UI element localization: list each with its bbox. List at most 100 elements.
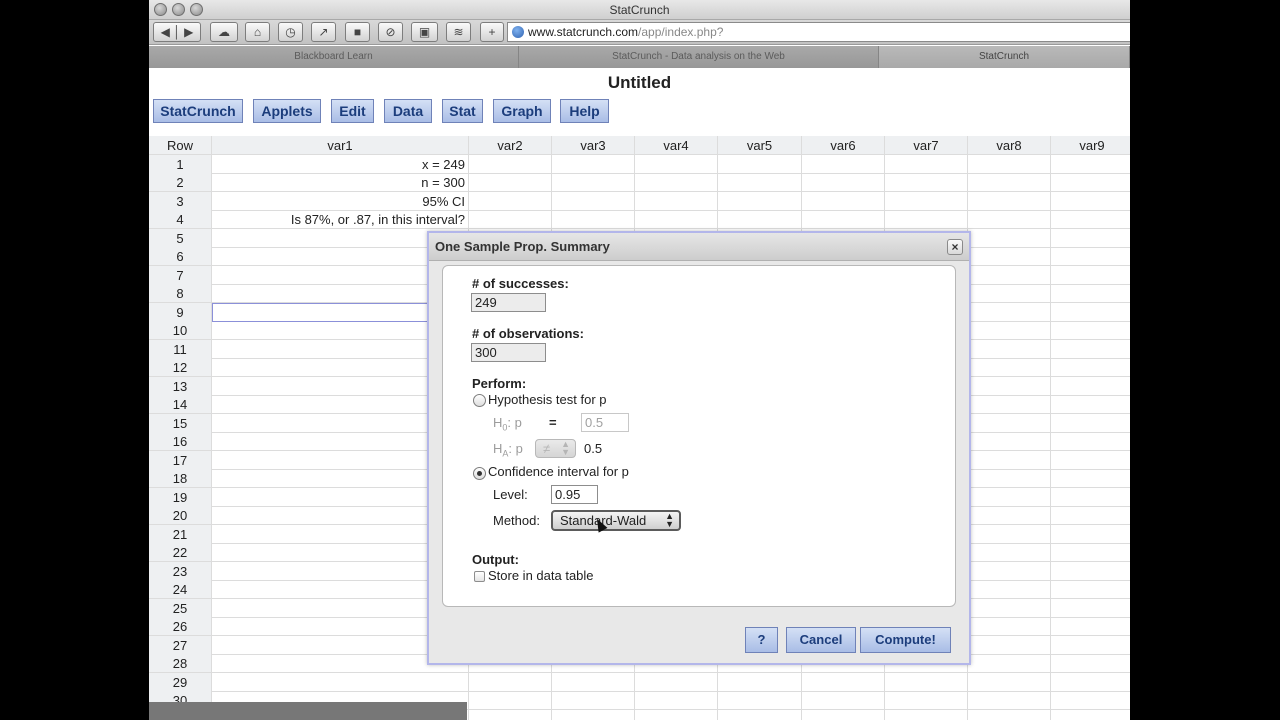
table-cell[interactable] (1051, 543, 1130, 562)
row-number[interactable]: 16 (149, 432, 212, 451)
table-cell[interactable] (968, 247, 1051, 266)
row-number[interactable]: 18 (149, 469, 212, 488)
menu-help[interactable]: Help (560, 99, 609, 123)
row-number[interactable]: 9 (149, 302, 212, 322)
table-cell[interactable] (469, 191, 552, 211)
row-number[interactable]: 10 (149, 321, 212, 340)
column-header-var7[interactable]: var7 (885, 136, 968, 155)
row-number[interactable]: 6 (149, 247, 212, 266)
observations-input[interactable]: 300 (471, 343, 546, 362)
table-cell[interactable] (968, 154, 1051, 174)
store-checkbox[interactable] (474, 571, 485, 582)
row-number[interactable]: 25 (149, 598, 212, 618)
menu-stat[interactable]: Stat (442, 99, 483, 123)
row-number[interactable]: 13 (149, 376, 212, 396)
menu-graph[interactable]: Graph (493, 99, 551, 123)
history-button[interactable]: ◷ (278, 22, 303, 42)
table-cell[interactable] (1051, 691, 1130, 710)
table-cell[interactable] (968, 524, 1051, 544)
table-cell[interactable] (885, 709, 968, 720)
table-cell[interactable] (718, 672, 802, 692)
table-cell[interactable] (968, 376, 1051, 396)
column-header-var2[interactable]: var2 (469, 136, 552, 155)
table-cell[interactable] (469, 210, 552, 229)
row-number[interactable]: 2 (149, 173, 212, 192)
confidence-interval-radio[interactable] (473, 467, 486, 480)
table-cell[interactable] (552, 672, 635, 692)
successes-input[interactable]: 249 (471, 293, 546, 312)
table-cell[interactable] (1051, 469, 1130, 488)
menu-statcrunch[interactable]: StatCrunch (153, 99, 243, 123)
column-header-var3[interactable]: var3 (552, 136, 635, 155)
table-cell[interactable] (968, 432, 1051, 451)
table-cell[interactable] (968, 321, 1051, 340)
table-cell[interactable] (968, 265, 1051, 285)
table-cell[interactable] (802, 191, 885, 211)
home-button[interactable]: ⌂ (245, 22, 270, 42)
url-bar[interactable]: www.statcrunch.com/app/index.php? (507, 22, 1130, 42)
table-cell[interactable] (635, 173, 718, 192)
table-cell[interactable] (1051, 377, 1130, 396)
table-cell[interactable] (718, 709, 802, 720)
table-cell[interactable] (968, 487, 1051, 507)
table-cell[interactable] (968, 339, 1051, 359)
row-number[interactable]: 24 (149, 580, 212, 599)
table-cell[interactable] (635, 709, 718, 720)
table-cell[interactable] (635, 672, 718, 692)
photo-button[interactable]: ▣ (411, 22, 438, 42)
table-cell[interactable] (968, 543, 1051, 562)
hypothesis-test-radio[interactable] (473, 394, 486, 407)
table-cell[interactable] (885, 191, 968, 211)
cancel-button[interactable]: Cancel (786, 627, 856, 653)
table-cell[interactable] (1051, 617, 1130, 636)
table-cell[interactable] (885, 154, 968, 174)
table-cell[interactable] (469, 709, 552, 720)
table-cell[interactable]: Is 87%, or .87, in this interval? (212, 210, 469, 229)
table-cell[interactable] (885, 691, 968, 710)
table-cell[interactable] (802, 154, 885, 174)
row-number[interactable]: 8 (149, 284, 212, 303)
table-cell[interactable] (1051, 636, 1130, 655)
table-cell[interactable] (1051, 321, 1130, 340)
row-number[interactable]: 3 (149, 191, 212, 211)
column-header-var5[interactable]: var5 (718, 136, 802, 155)
tab-statcrunch[interactable]: StatCrunch (879, 46, 1130, 68)
table-cell[interactable] (1051, 303, 1130, 322)
table-cell[interactable] (968, 358, 1051, 377)
help-button[interactable]: ? (745, 627, 778, 653)
table-cell[interactable] (968, 580, 1051, 599)
table-cell[interactable] (635, 191, 718, 211)
table-cell[interactable] (968, 191, 1051, 211)
table-cell[interactable] (802, 210, 885, 229)
row-number[interactable]: 15 (149, 413, 212, 433)
table-cell[interactable] (552, 691, 635, 710)
stop-button[interactable]: ■ (345, 22, 370, 42)
block-button[interactable]: ⊘ (378, 22, 403, 42)
table-cell[interactable] (1051, 451, 1130, 470)
table-cell[interactable] (635, 210, 718, 229)
row-number[interactable]: 14 (149, 395, 212, 414)
row-number[interactable]: 21 (149, 524, 212, 544)
table-cell[interactable] (802, 691, 885, 710)
table-cell[interactable] (552, 173, 635, 192)
table-cell[interactable] (1051, 192, 1130, 211)
share-button[interactable]: ↗ (311, 22, 336, 42)
table-cell[interactable] (968, 672, 1051, 692)
tab-blackboard[interactable]: Blackboard Learn (149, 46, 519, 68)
table-cell[interactable] (968, 561, 1051, 581)
table-cell[interactable] (968, 469, 1051, 488)
tab-statcrunch-web[interactable]: StatCrunch - Data analysis on the Web (519, 46, 879, 68)
table-cell[interactable] (885, 672, 968, 692)
table-cell[interactable] (212, 672, 469, 692)
table-cell[interactable] (1051, 580, 1130, 599)
row-number[interactable]: 5 (149, 228, 212, 248)
table-cell[interactable] (968, 173, 1051, 192)
table-cell[interactable] (968, 598, 1051, 618)
table-cell[interactable] (1051, 358, 1130, 377)
row-number[interactable]: 1 (149, 154, 212, 174)
close-icon[interactable]: × (947, 239, 963, 255)
table-cell[interactable] (552, 210, 635, 229)
table-cell[interactable] (1051, 173, 1130, 192)
table-cell[interactable] (885, 210, 968, 229)
table-cell[interactable] (1051, 432, 1130, 451)
